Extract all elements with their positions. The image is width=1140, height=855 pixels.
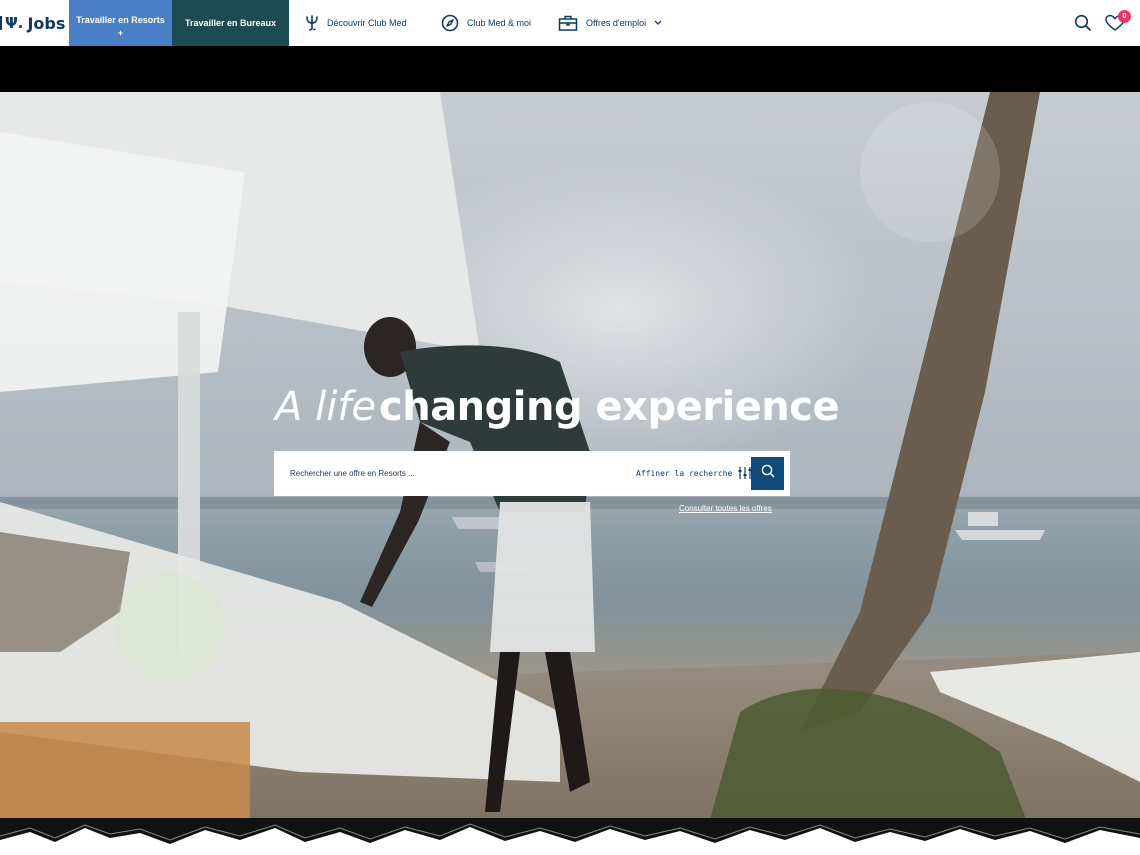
tab-resorts-plus: +	[117, 28, 124, 38]
menu-decouvrir-club-med[interactable]: Découvrir Club Med	[305, 0, 407, 46]
menu-offres-emploi[interactable]: Offres d'emploi	[558, 0, 662, 46]
black-banner-strip	[0, 46, 1140, 92]
menu-club-med-et-moi[interactable]: Club Med & moi	[441, 0, 531, 46]
trident-icon: Ψ.	[5, 14, 24, 32]
trident-icon	[305, 15, 319, 31]
menu-club-med-moi-label: Club Med & moi	[467, 18, 532, 28]
briefcase-icon	[558, 15, 578, 31]
all-offers-link[interactable]: Consulter toutes les offres	[679, 504, 772, 513]
menu-offres-label: Offres d'emploi	[586, 18, 647, 28]
search-icon	[761, 464, 775, 483]
wishlist-count-badge: 0	[1118, 10, 1131, 23]
compass-icon	[441, 14, 459, 32]
mountain-divider	[0, 818, 1140, 855]
search-submit-button[interactable]	[751, 457, 784, 490]
logo-text: Jobs	[27, 13, 66, 33]
refine-search-button[interactable]: Affiner la recherche	[636, 464, 752, 483]
logo-bar	[0, 16, 2, 30]
job-search-box: Affiner la recherche	[274, 451, 790, 496]
refine-search-label: Affiner la recherche	[636, 469, 733, 478]
menu-decouvrir-label: Découvrir Club Med	[327, 18, 407, 28]
search-input[interactable]	[290, 465, 590, 482]
headline-light: A life	[275, 384, 376, 430]
search-icon[interactable]	[1074, 14, 1092, 32]
hero-headline: A lifechanging experience	[275, 384, 840, 430]
tab-bureaux-label: Travailler en Bureaux	[184, 18, 277, 28]
clubmed-jobs-logo[interactable]: Ψ. Jobs	[0, 0, 65, 46]
top-navigation: Ψ. Jobs Travailler en Resorts + Travaill…	[0, 0, 1140, 46]
tab-travailler-en-resorts[interactable]: Travailler en Resorts +	[69, 0, 172, 46]
tab-travailler-en-bureaux[interactable]: Travailler en Bureaux	[172, 0, 289, 46]
chevron-down-icon	[654, 19, 662, 28]
hero-section: A lifechanging experience Affiner la rec…	[0, 92, 1140, 855]
tab-resorts-label: Travailler en Resorts	[76, 15, 165, 25]
headline-bold: changing experience	[379, 384, 840, 430]
